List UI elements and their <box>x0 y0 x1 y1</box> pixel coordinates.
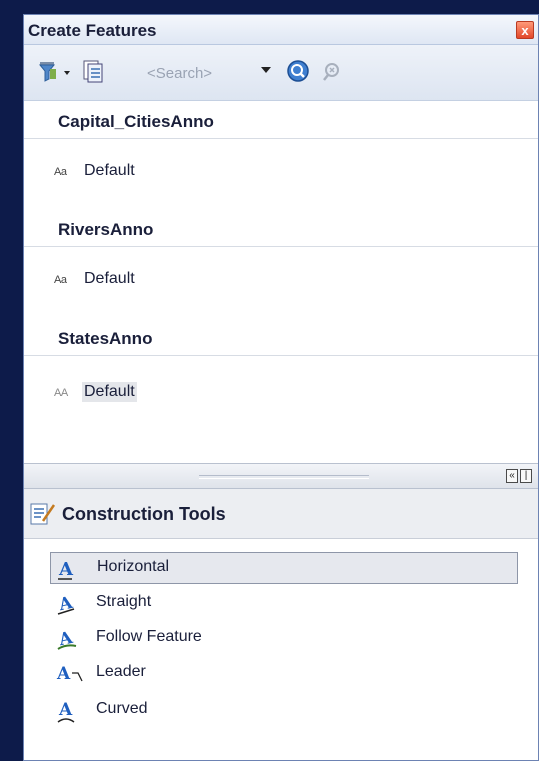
splitter-grip[interactable] <box>199 475 369 479</box>
template-search-input[interactable] <box>143 59 258 87</box>
clear-search-icon[interactable] <box>320 59 346 90</box>
annotation-class-icon: AA <box>54 387 68 399</box>
annotation-class-icon: Aa <box>54 166 67 178</box>
svg-text:A: A <box>56 664 71 684</box>
collapse-pane-icon[interactable]: « <box>506 469 518 483</box>
template-group-header: StatesAnno <box>24 322 538 356</box>
search-dropdown-icon[interactable] <box>261 67 271 73</box>
tool-straight[interactable]: A Straight <box>50 587 518 619</box>
tool-label: Straight <box>96 593 152 610</box>
template-item-label: Default <box>82 382 137 402</box>
construction-tools-icon <box>29 501 57 532</box>
construction-tools-title: Construction Tools <box>62 504 226 524</box>
tool-leader[interactable]: A Leader <box>50 657 518 689</box>
tool-label: Horizontal <box>97 558 170 575</box>
pane-splitter[interactable]: « | <box>24 463 538 489</box>
templates-toolbar <box>24 45 538 101</box>
window-title: Create Features <box>28 21 157 40</box>
follow-feature-annotation-icon: A <box>56 624 84 657</box>
leader-annotation-icon: A <box>56 659 90 692</box>
organize-templates-icon[interactable] <box>82 59 116 90</box>
tool-label: Follow Feature <box>96 628 202 645</box>
svg-text:A: A <box>58 700 73 720</box>
construction-tools-header: Construction Tools <box>24 489 538 539</box>
template-group-header: RiversAnno <box>24 213 538 247</box>
template-item-label: Default <box>84 270 135 287</box>
filter-icon[interactable] <box>38 59 72 90</box>
tool-label: Curved <box>96 700 148 717</box>
create-features-window: Create Features x <Search> Capital_Citie… <box>23 14 539 761</box>
template-item-label: Default <box>84 162 135 179</box>
svg-text:A: A <box>58 559 74 580</box>
feature-templates-list: Capital_CitiesAnno Aa Default RiversAnno… <box>24 101 538 463</box>
tool-label: Leader <box>96 663 146 680</box>
tool-follow-feature[interactable]: A Follow Feature <box>50 622 518 654</box>
svg-text:A: A <box>56 628 75 651</box>
horizontal-annotation-icon: A <box>57 555 85 588</box>
search-icon[interactable] <box>286 59 312 90</box>
tool-curved[interactable]: A Curved <box>50 694 518 726</box>
tool-horizontal[interactable]: A Horizontal <box>50 552 518 584</box>
template-group-header: Capital_CitiesAnno <box>24 105 538 139</box>
annotation-class-icon: Aa <box>54 274 67 286</box>
toggle-pane-icon[interactable]: | <box>520 469 532 483</box>
curved-annotation-icon: A <box>56 696 84 731</box>
title-bar: Create Features x <box>24 15 538 45</box>
close-button[interactable]: x <box>516 21 534 39</box>
straight-annotation-icon: A <box>56 589 84 622</box>
